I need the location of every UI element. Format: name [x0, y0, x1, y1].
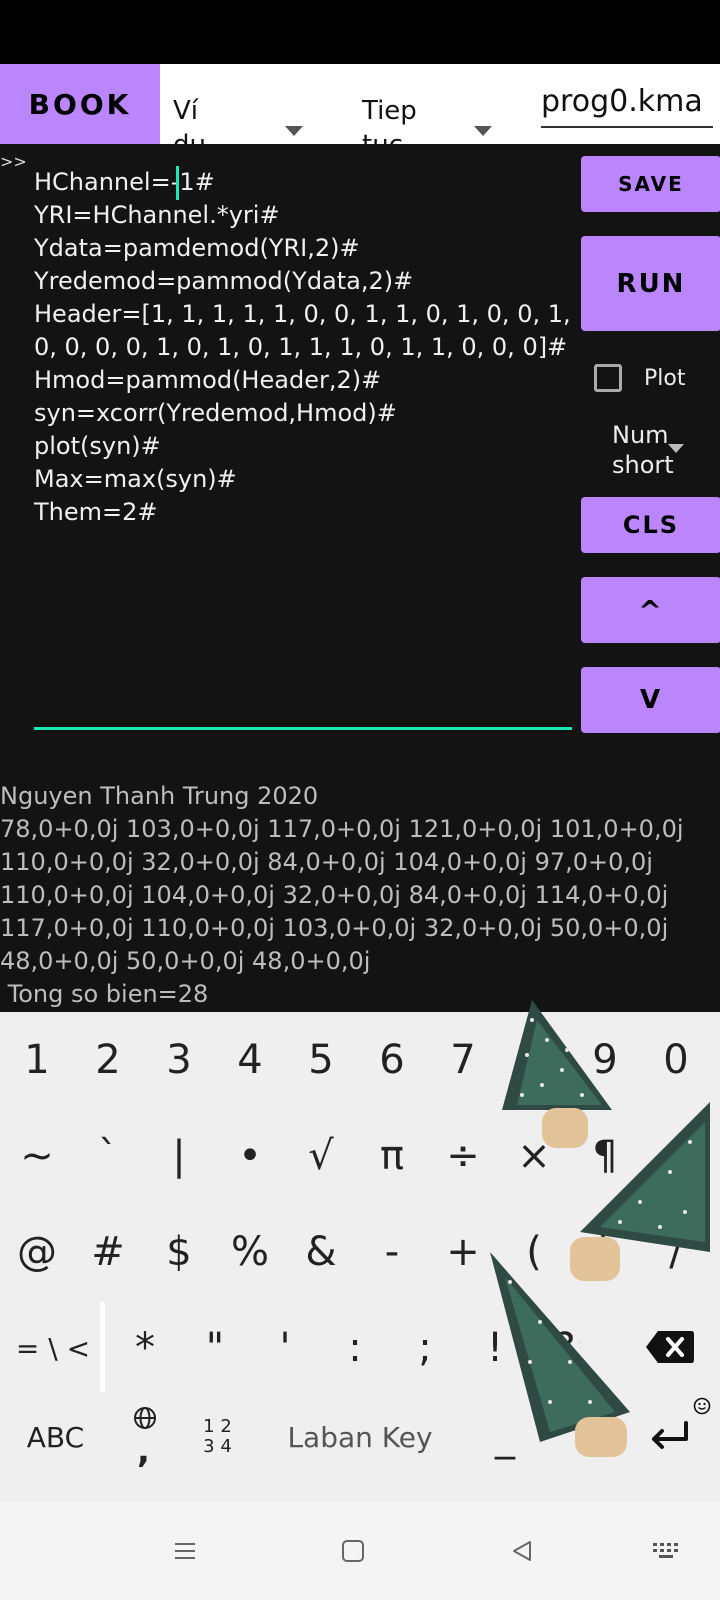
key[interactable]: #	[73, 1212, 143, 1292]
scroll-up-button[interactable]: ^	[581, 577, 720, 643]
soft-keyboard: 1234567890 ~`|•√π÷×¶∆ @#$%&-+()/ = \ <*"…	[0, 1000, 720, 1502]
key[interactable]: 2	[73, 1020, 143, 1100]
home-button[interactable]	[328, 1528, 378, 1574]
keyboard-icon	[653, 1543, 678, 1558]
backspace-icon	[646, 1331, 694, 1363]
square-icon	[342, 1540, 364, 1562]
key[interactable]: 7	[428, 1020, 498, 1100]
file-name-field[interactable]: prog0.kma	[541, 82, 713, 128]
key[interactable]: 1	[2, 1020, 72, 1100]
key[interactable]: -	[357, 1212, 427, 1292]
chevron-down-icon	[474, 126, 492, 136]
key[interactable]: @	[2, 1212, 72, 1292]
back-button[interactable]	[497, 1528, 547, 1574]
key[interactable]: $	[144, 1212, 214, 1292]
continue-spinner-label: Tiep tuc	[362, 96, 417, 144]
key[interactable]: :	[320, 1308, 390, 1388]
menu-icon	[175, 1543, 195, 1559]
enter-icon	[652, 1421, 688, 1449]
key[interactable]: √	[286, 1116, 356, 1196]
abc-key[interactable]: ABC	[8, 1397, 103, 1477]
key[interactable]: |	[144, 1116, 214, 1196]
output-console: Nguyen Thanh Trung 2020 78,0+0,0j 103,0+…	[0, 782, 684, 1008]
status-bar	[0, 0, 720, 64]
key[interactable]: "	[180, 1308, 250, 1388]
text-cursor	[176, 166, 179, 200]
continue-spinner[interactable]: Tiep tuc	[362, 64, 502, 144]
number-format-spinner[interactable]: Num short	[612, 420, 712, 486]
key[interactable]: %	[215, 1212, 285, 1292]
globe-icon	[134, 1407, 156, 1429]
key[interactable]: 0	[641, 1020, 711, 1100]
scroll-down-button[interactable]: V	[581, 667, 720, 733]
numpad-key[interactable]: 1 2 3 4	[190, 1397, 245, 1477]
key[interactable]: •	[215, 1116, 285, 1196]
key[interactable]: &	[286, 1212, 356, 1292]
chevron-down-icon	[668, 444, 684, 453]
plot-checkbox[interactable]: Plot	[594, 364, 718, 400]
key[interactable]: ÷	[428, 1116, 498, 1196]
top-toolbar: BOOK Ví dụ Tiep tuc prog0.kma	[0, 64, 720, 144]
example-spinner-label: Ví dụ	[173, 96, 206, 144]
example-spinner[interactable]: Ví dụ	[173, 64, 313, 144]
book-button[interactable]: BOOK	[0, 64, 160, 144]
key[interactable]: 5	[286, 1020, 356, 1100]
key[interactable]: π	[357, 1116, 427, 1196]
cls-button[interactable]: CLS	[581, 497, 720, 553]
keyboard-divider	[100, 1302, 105, 1392]
back-triangle-icon	[513, 1541, 531, 1561]
checkbox-box[interactable]	[594, 364, 622, 392]
space-key[interactable]: Laban Key	[255, 1397, 465, 1477]
plot-checkbox-label: Plot	[644, 366, 686, 391]
numpad-label-bottom: 3 4	[203, 1436, 232, 1457]
code-editor[interactable]: HChannel=-1# YRI=HChannel.*yri# Ydata=pa…	[34, 166, 574, 529]
command-prompt: >>	[0, 152, 27, 171]
chevron-down-icon	[285, 126, 303, 136]
number-format-label: Num short	[612, 421, 674, 479]
numpad-label-top: 1 2	[203, 1416, 232, 1437]
comma-label: ,	[137, 1431, 150, 1471]
key[interactable]: ;	[390, 1308, 460, 1388]
save-button[interactable]: SAVE	[581, 156, 720, 212]
system-nav-bar	[0, 1502, 720, 1600]
key[interactable]: 4	[215, 1020, 285, 1100]
run-button[interactable]: RUN	[581, 236, 720, 331]
key[interactable]: 6	[357, 1020, 427, 1100]
editor-underline	[34, 727, 572, 730]
key[interactable]: '	[250, 1308, 320, 1388]
key[interactable]: 3	[144, 1020, 214, 1100]
christmas-tree-decoration	[490, 1252, 630, 1457]
recent-apps-button[interactable]	[160, 1528, 210, 1574]
key[interactable]: ~	[2, 1116, 72, 1196]
emoji-icon	[693, 1397, 711, 1415]
key[interactable]: = \ <	[8, 1308, 98, 1388]
key[interactable]: `	[73, 1116, 143, 1196]
language-key[interactable]: ,	[115, 1397, 175, 1477]
key[interactable]: *	[110, 1308, 180, 1388]
keyboard-toggle-button[interactable]	[642, 1528, 692, 1574]
